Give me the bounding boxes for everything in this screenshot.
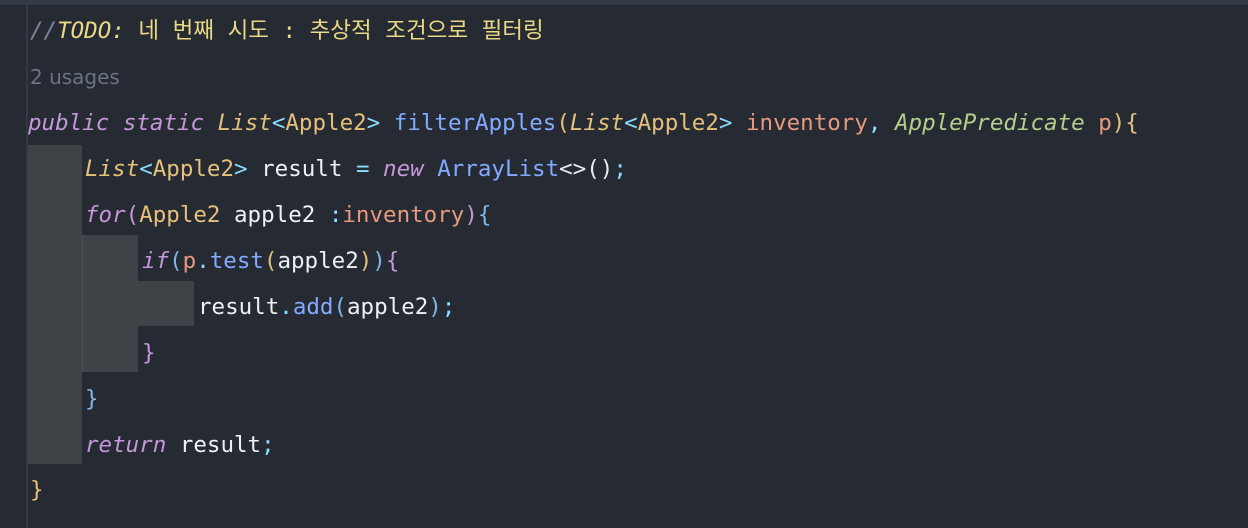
- paren-open: (: [169, 248, 183, 274]
- keyword-for: for: [85, 202, 126, 228]
- paren-open: (: [556, 110, 570, 136]
- code-line-for[interactable]: for(Apple2 apple2 :inventory){: [85, 192, 491, 238]
- inner-paren-close: ): [358, 248, 373, 274]
- parens: (): [586, 156, 614, 182]
- editor-top-border: [0, 0, 1248, 5]
- type-apple-predicate: ApplePredicate: [895, 110, 1085, 136]
- param-inventory: inventory: [342, 202, 465, 228]
- keyword-public: public: [28, 110, 110, 136]
- code-line-for-close[interactable]: }: [85, 376, 99, 422]
- type-list: List: [217, 110, 272, 136]
- type-list: List: [569, 110, 625, 136]
- colon: :: [328, 202, 343, 228]
- keyword-return: return: [85, 432, 167, 458]
- diamond-op: <>: [559, 156, 587, 182]
- semicolon: ;: [261, 432, 275, 458]
- code-line-return[interactable]: return result;: [85, 422, 275, 468]
- code-line-method-signature[interactable]: public static List<Apple2> filterApples(…: [28, 100, 1139, 146]
- code-line-result-decl[interactable]: List<Apple2> result = new ArrayList<>();: [85, 146, 627, 192]
- paren-close: ): [428, 294, 442, 320]
- brace-close: }: [85, 386, 99, 412]
- method-name: filterApples: [393, 110, 557, 136]
- type-list: List: [85, 156, 140, 182]
- indent-block-level2: [82, 235, 138, 372]
- var-result: result: [179, 432, 262, 458]
- generic-open: <: [271, 110, 286, 136]
- usage-hint[interactable]: 2 usages: [30, 54, 120, 100]
- generic-open: <: [624, 110, 638, 136]
- code-line-add[interactable]: result.add(apple2);: [198, 284, 455, 330]
- param-p: p: [182, 248, 197, 274]
- brace-open: {: [1125, 110, 1139, 136]
- brace-close: }: [30, 477, 44, 503]
- code-editor[interactable]: //TODO: 네 번째 시도 : 추상적 조건으로 필터링 2 usages …: [0, 0, 1248, 528]
- inner-paren-open: (: [263, 248, 278, 274]
- generic-open: <: [139, 156, 153, 182]
- paren-open: (: [333, 294, 348, 320]
- code-line-if-close[interactable]: }: [142, 330, 156, 376]
- generic-close: >: [234, 156, 248, 182]
- var-result: result: [198, 294, 280, 320]
- type-apple2: Apple2: [637, 110, 719, 136]
- keyword-if: if: [142, 248, 170, 274]
- code-line-comment[interactable]: //TODO: 네 번째 시도 : 추상적 조건으로 필터링: [30, 8, 544, 54]
- type-apple2: Apple2: [285, 110, 367, 136]
- param-inventory: inventory: [745, 110, 868, 136]
- code-line-if[interactable]: if(p.test(apple2)){: [142, 238, 399, 284]
- generic-close: >: [718, 110, 733, 136]
- dot: .: [196, 248, 210, 274]
- var-apple2: apple2: [347, 294, 429, 320]
- indent-block-level1: [28, 145, 82, 464]
- keyword-new: new: [383, 156, 424, 182]
- type-apple2: Apple2: [139, 202, 221, 228]
- brace-open: {: [385, 248, 400, 274]
- var-result: result: [261, 156, 343, 182]
- assign-op: =: [355, 156, 370, 182]
- indent-guide-level2: [82, 235, 83, 372]
- paren-close: ): [372, 248, 386, 274]
- method-add: add: [292, 294, 334, 320]
- var-apple2: apple2: [277, 248, 359, 274]
- type-apple2: Apple2: [152, 156, 235, 182]
- indent-block-level3: [138, 281, 194, 326]
- keyword-static: static: [122, 110, 205, 136]
- paren-close: ): [1111, 110, 1126, 136]
- semicolon: ;: [441, 294, 456, 320]
- comma: ,: [867, 110, 882, 136]
- generic-close: >: [366, 110, 381, 136]
- semicolon: ;: [613, 156, 627, 182]
- brace-close: }: [142, 340, 156, 366]
- comment-text: 네 번째 시도 : 추상적 조건으로 필터링: [124, 18, 544, 44]
- param-p: p: [1098, 110, 1112, 136]
- comment-todo-tag: TODO:: [57, 18, 125, 44]
- dot: .: [279, 294, 293, 320]
- paren-close: ): [464, 202, 478, 228]
- method-test: test: [209, 248, 264, 274]
- paren-open: (: [125, 202, 140, 228]
- brace-open: {: [477, 202, 492, 228]
- type-arraylist: ArrayList: [437, 156, 560, 182]
- code-line-method-close[interactable]: }: [30, 467, 44, 513]
- var-apple2: apple2: [234, 202, 316, 228]
- comment-slashes: //: [30, 18, 58, 44]
